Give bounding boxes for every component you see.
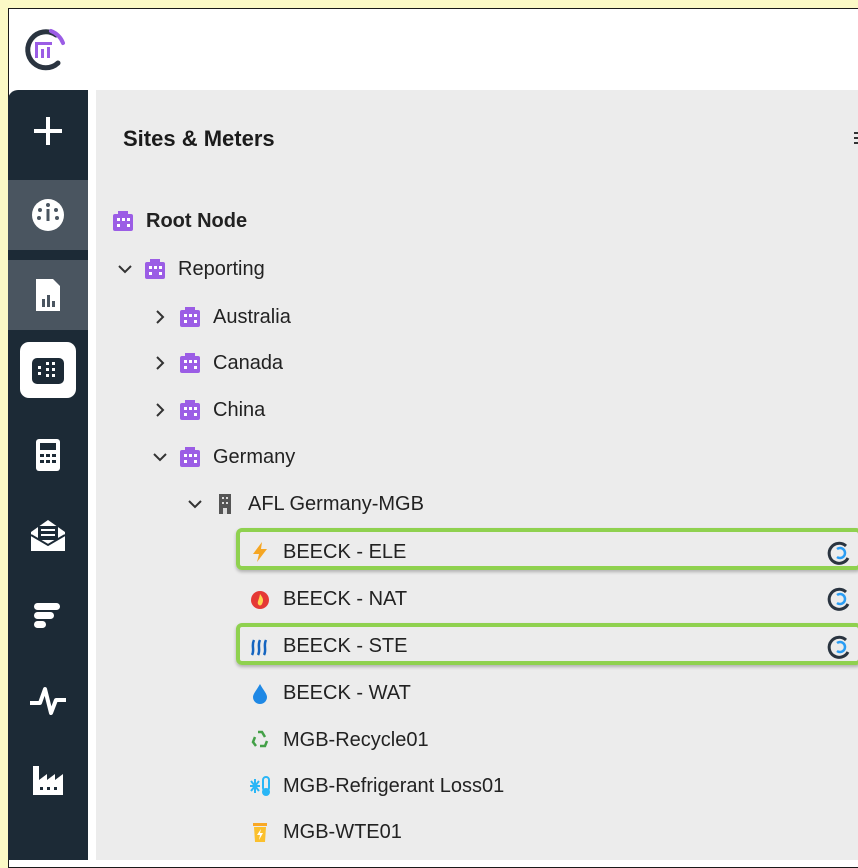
meter-row-refrigerant[interactable]: MGB-Refrigerant Loss01 <box>249 766 504 806</box>
refrigerant-icon <box>250 776 270 796</box>
building-icon <box>113 211 133 231</box>
recycle-icon <box>251 730 269 748</box>
tree-node-label: Germany <box>213 445 296 468</box>
chevron-right-icon[interactable] <box>151 354 169 372</box>
chevron-down-icon[interactable] <box>186 495 204 513</box>
bars-icon <box>34 603 60 628</box>
calculator-button[interactable] <box>8 420 88 490</box>
mail-icon <box>30 520 66 551</box>
sites-meters-icon <box>32 358 64 384</box>
tree-node-label: AFL Germany-MGB <box>248 492 424 515</box>
office-building-icon <box>219 494 231 514</box>
meter-row-wte[interactable]: MGB-WTE01 <box>249 812 402 852</box>
flame-icon <box>251 591 269 609</box>
list-button[interactable] <box>8 580 88 650</box>
chevron-down-icon[interactable] <box>116 260 134 278</box>
chevron-right-icon[interactable] <box>151 401 169 419</box>
tree-node-reporting[interactable]: Reporting <box>116 249 265 289</box>
tree-node-label: Australia <box>213 305 291 328</box>
tree-node-australia[interactable]: Australia <box>151 297 291 337</box>
menu-icon[interactable] <box>854 130 858 146</box>
waste-to-energy-icon <box>253 823 267 842</box>
building-icon <box>180 447 200 467</box>
refresh-status-icon[interactable] <box>826 634 852 660</box>
factory-button[interactable] <box>8 745 88 815</box>
meter-row-ste[interactable]: BEECK - STE <box>249 626 407 666</box>
meter-label: BEECK - ELE <box>283 540 407 563</box>
refresh-status-icon[interactable] <box>826 540 852 566</box>
report-icon <box>36 279 60 311</box>
reports-button[interactable] <box>8 260 88 330</box>
sites-meters-button[interactable] <box>8 335 88 405</box>
dashboard-button[interactable] <box>8 180 88 250</box>
building-icon <box>145 259 165 279</box>
app-logo-icon <box>25 29 65 71</box>
activity-button[interactable] <box>8 665 88 735</box>
meter-label: BEECK - WAT <box>283 681 411 704</box>
water-drop-icon <box>253 684 267 704</box>
meter-label: BEECK - STE <box>283 634 408 657</box>
sidebar <box>8 90 88 860</box>
tree-node-label: Canada <box>213 351 284 374</box>
meter-label: MGB-Refrigerant Loss01 <box>283 774 505 797</box>
meter-row-wat[interactable]: BEECK - WAT <box>249 673 411 713</box>
refresh-status-icon[interactable] <box>826 586 852 612</box>
panel-title: Sites & Meters <box>123 126 275 151</box>
tree-node-germany[interactable]: Germany <box>151 437 295 477</box>
steam-icon <box>250 639 268 656</box>
tree-node-label: China <box>213 398 266 421</box>
tree-node-label: Root Node <box>146 209 248 232</box>
factory-icon <box>33 766 63 795</box>
tree-node-site[interactable]: AFL Germany-MGB <box>186 484 424 524</box>
calculator-icon <box>36 439 60 471</box>
meter-label: MGB-Recycle01 <box>283 728 429 751</box>
chevron-down-icon[interactable] <box>151 448 169 466</box>
building-icon <box>180 307 200 327</box>
add-icon <box>34 117 62 145</box>
mail-button[interactable] <box>8 500 88 570</box>
tree-node-root[interactable]: Root Node <box>112 201 247 241</box>
tree-node-canada[interactable]: Canada <box>151 343 283 383</box>
lightning-icon <box>253 542 267 562</box>
meter-row-recycle[interactable]: MGB-Recycle01 <box>249 720 429 760</box>
tree-node-label: Reporting <box>178 257 265 280</box>
building-icon <box>180 400 200 420</box>
meter-row-nat[interactable]: BEECK - NAT <box>249 579 407 619</box>
dashboard-gauge-icon <box>32 199 64 231</box>
chevron-right-icon[interactable] <box>151 308 169 326</box>
pulse-icon <box>30 687 66 715</box>
meter-label: MGB-WTE01 <box>283 820 402 843</box>
building-icon <box>180 353 200 373</box>
meter-label: BEECK - NAT <box>283 587 408 610</box>
meter-row-ele[interactable]: BEECK - ELE <box>249 532 406 572</box>
tree-node-china[interactable]: China <box>151 390 265 430</box>
add-button[interactable] <box>8 96 88 166</box>
